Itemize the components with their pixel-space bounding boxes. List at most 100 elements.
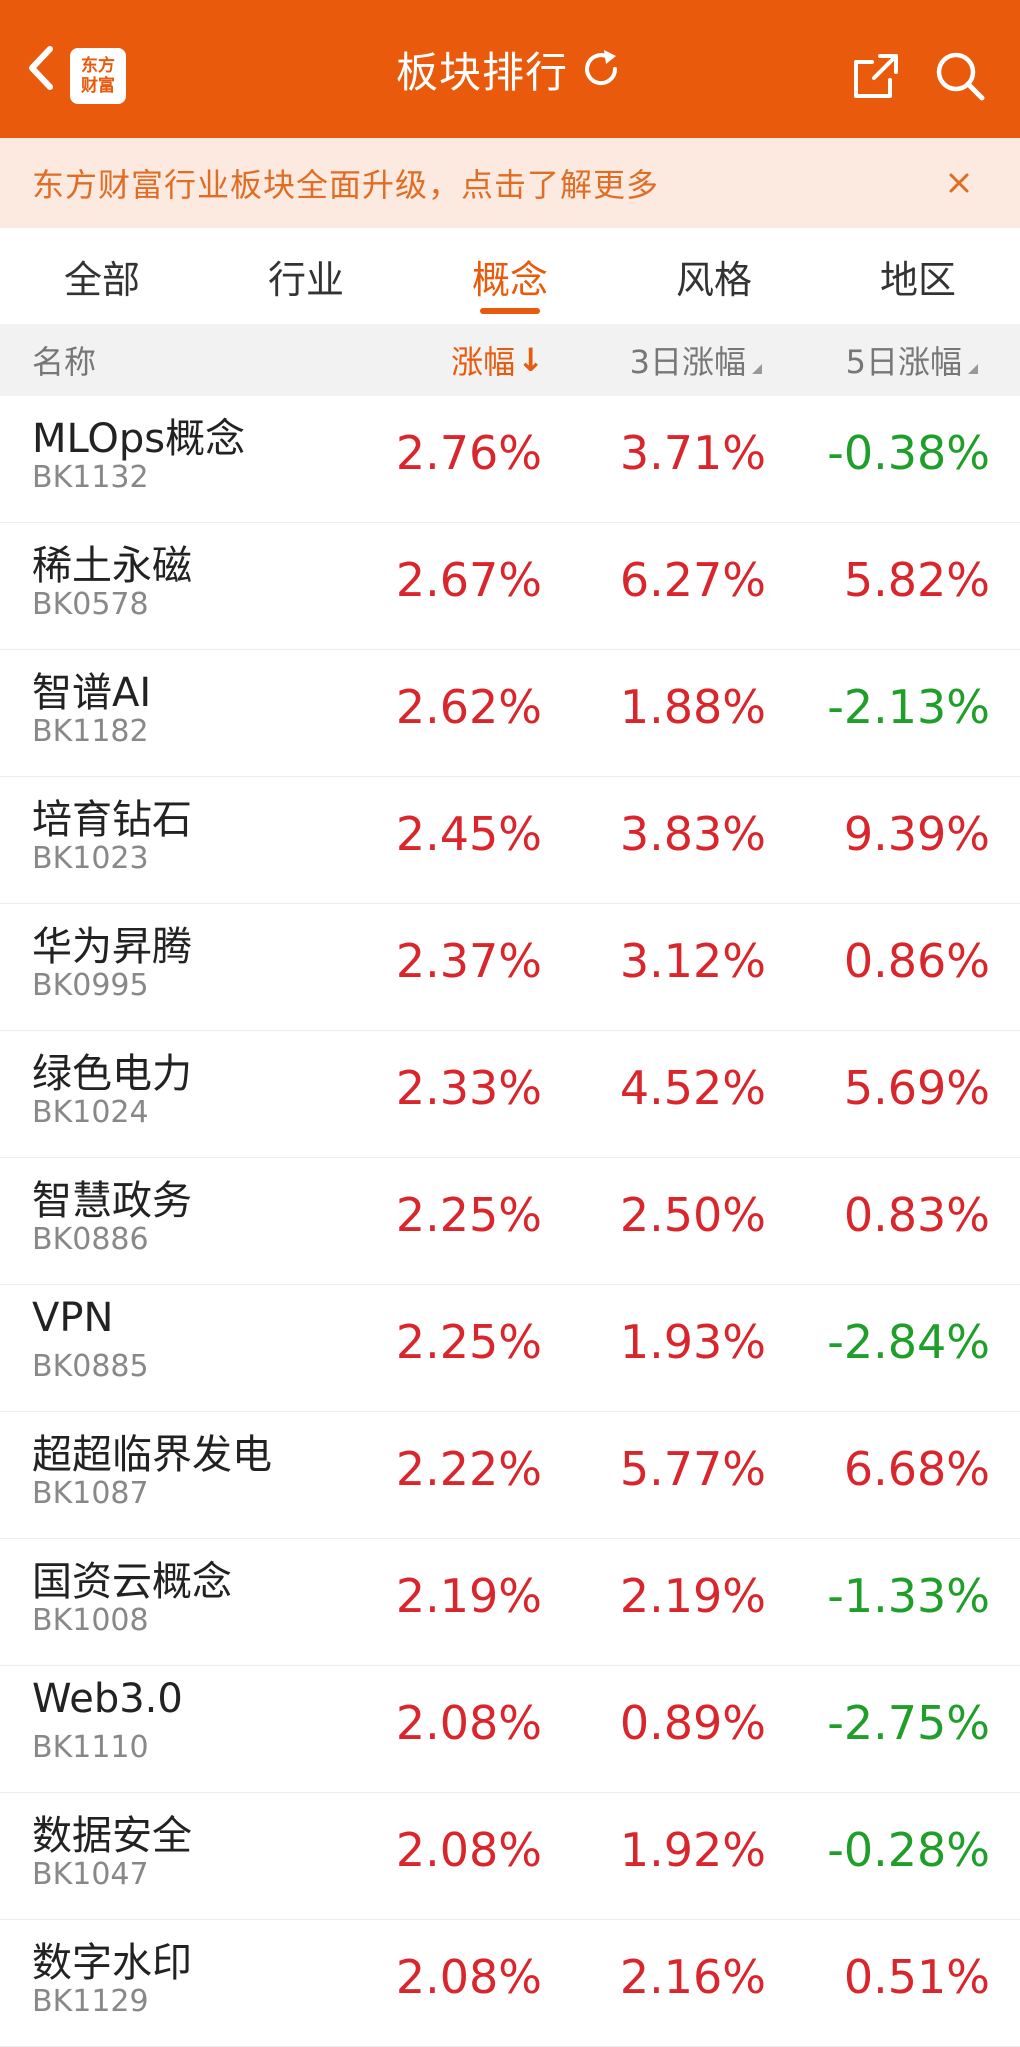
- chevron-left-icon: [29, 46, 53, 90]
- sector-code: BK1047: [32, 1857, 149, 1892]
- table-row[interactable]: 稀土永磁 BK0578 2.67% 6.27% 5.82%: [0, 523, 1020, 650]
- column-name-header: 名称: [32, 324, 96, 396]
- top-header: 东方 财富 板块排行: [0, 0, 1020, 138]
- change-value: 2.22%: [395, 1442, 542, 1496]
- table-row[interactable]: 智慧政务 BK0886 2.25% 2.50% 0.83%: [0, 1158, 1020, 1285]
- change-value: 2.45%: [395, 807, 542, 861]
- close-icon: [949, 173, 969, 193]
- sort-triangle-icon: [752, 364, 762, 374]
- page-title: 板块排行: [395, 47, 568, 97]
- sector-name: 华为昇腾: [32, 924, 192, 970]
- table-row[interactable]: 华为昇腾 BK0995 2.37% 3.12% 0.86%: [0, 904, 1020, 1031]
- change-5d-value: -0.28%: [827, 1823, 990, 1877]
- change-value: 2.25%: [395, 1315, 542, 1369]
- table-row[interactable]: Web3.0 BK1110 2.08% 0.89% -2.75%: [0, 1666, 1020, 1793]
- sector-name: 数字水印: [32, 1940, 192, 1986]
- title-group: 板块排行: [396, 39, 624, 100]
- change-3d-value: 5.77%: [619, 1442, 766, 1496]
- sector-code: BK1132: [32, 460, 149, 495]
- change-value: 2.62%: [395, 680, 542, 734]
- column-label: 5日涨幅: [845, 343, 962, 381]
- sort-by-change-button[interactable]: 涨幅 ↓: [451, 324, 544, 396]
- sector-code: BK1129: [32, 1984, 149, 2019]
- sector-name: 稀土永磁: [32, 543, 192, 589]
- tab-style[interactable]: 风格: [612, 228, 816, 324]
- sector-name: 超超临界发电: [32, 1432, 272, 1478]
- tab-label: 风格: [675, 257, 752, 302]
- table-row[interactable]: 国资云概念 BK1008 2.19% 2.19% -1.33%: [0, 1539, 1020, 1666]
- column-label: 3日涨幅: [629, 343, 746, 381]
- change-3d-value: 6.27%: [619, 553, 766, 607]
- sector-name: 数据安全: [32, 1813, 192, 1859]
- change-3d-value: 3.83%: [619, 807, 766, 861]
- change-value: 2.37%: [395, 934, 542, 988]
- tab-label: 概念: [471, 257, 548, 302]
- banner-close-button[interactable]: [940, 164, 978, 202]
- sector-code: BK0885: [32, 1349, 149, 1384]
- change-3d-value: 0.89%: [619, 1696, 766, 1750]
- sort-by-3d-change-button[interactable]: 3日涨幅: [630, 324, 762, 396]
- change-3d-value: 2.19%: [619, 1569, 766, 1623]
- change-5d-value: -2.84%: [827, 1315, 990, 1369]
- sort-desc-arrow-icon: ↓: [517, 341, 544, 379]
- tab-all[interactable]: 全部: [0, 228, 204, 324]
- sector-code: BK1024: [32, 1095, 149, 1130]
- sector-name: MLOps概念: [32, 416, 246, 462]
- sector-name: VPN: [32, 1295, 114, 1341]
- change-3d-value: 1.92%: [619, 1823, 766, 1877]
- sector-name: 智谱AI: [32, 670, 152, 716]
- table-row[interactable]: 数据安全 BK1047 2.08% 1.92% -0.28%: [0, 1793, 1020, 1920]
- share-icon[interactable]: [850, 50, 902, 102]
- category-tabs: 全部 行业 概念 风格 地区: [0, 228, 1020, 324]
- app-logo: 东方 财富: [70, 48, 126, 104]
- table-row[interactable]: VPN BK0885 2.25% 1.93% -2.84%: [0, 1285, 1020, 1412]
- change-value: 2.25%: [395, 1188, 542, 1242]
- change-value: 2.08%: [395, 1950, 542, 2004]
- change-5d-value: 5.69%: [843, 1061, 990, 1115]
- table-row[interactable]: 智谱AI BK1182 2.62% 1.88% -2.13%: [0, 650, 1020, 777]
- active-tab-indicator: [480, 308, 540, 314]
- change-5d-value: 0.51%: [843, 1950, 990, 2004]
- table-row[interactable]: 数字水印 BK1129 2.08% 2.16% 0.51%: [0, 1920, 1020, 2047]
- back-button[interactable]: [18, 45, 64, 91]
- change-3d-value: 1.88%: [619, 680, 766, 734]
- change-3d-value: 2.16%: [619, 1950, 766, 2004]
- upgrade-banner[interactable]: 东方财富行业板块全面升级，点击了解更多: [0, 138, 1020, 228]
- change-5d-value: 9.39%: [843, 807, 990, 861]
- sector-code: BK1023: [32, 841, 149, 876]
- change-5d-value: 0.86%: [843, 934, 990, 988]
- sector-name: Web3.0: [32, 1676, 183, 1722]
- tab-label: 全部: [63, 257, 140, 302]
- sort-by-5d-change-button[interactable]: 5日涨幅: [846, 324, 978, 396]
- logo-line-2: 财富: [81, 76, 115, 96]
- sector-name: 国资云概念: [32, 1559, 232, 1605]
- refresh-icon[interactable]: [578, 46, 624, 92]
- change-value: 2.08%: [395, 1823, 542, 1877]
- change-5d-value: 5.82%: [843, 553, 990, 607]
- sector-name: 培育钻石: [32, 797, 192, 843]
- change-5d-value: 6.68%: [843, 1442, 990, 1496]
- change-5d-value: -2.13%: [827, 680, 990, 734]
- sector-code: BK1008: [32, 1603, 149, 1638]
- search-icon[interactable]: [934, 50, 986, 102]
- sector-code: BK1182: [32, 714, 149, 749]
- change-3d-value: 3.71%: [619, 426, 766, 480]
- sector-code: BK1110: [32, 1730, 149, 1765]
- logo-line-1: 东方: [81, 56, 115, 76]
- tab-region[interactable]: 地区: [816, 228, 1020, 324]
- sector-code: BK0886: [32, 1222, 149, 1257]
- column-label: 涨幅: [451, 343, 516, 381]
- change-value: 2.67%: [395, 553, 542, 607]
- column-header-row: 名称 涨幅 ↓ 3日涨幅 5日涨幅: [0, 324, 1020, 396]
- table-row[interactable]: 绿色电力 BK1024 2.33% 4.52% 5.69%: [0, 1031, 1020, 1158]
- table-row[interactable]: 超超临界发电 BK1087 2.22% 5.77% 6.68%: [0, 1412, 1020, 1539]
- change-3d-value: 1.93%: [619, 1315, 766, 1369]
- sector-code: BK1087: [32, 1476, 149, 1511]
- tab-industry[interactable]: 行业: [204, 228, 408, 324]
- table-row[interactable]: 培育钻石 BK1023 2.45% 3.83% 9.39%: [0, 777, 1020, 904]
- tab-concept[interactable]: 概念: [408, 228, 612, 324]
- table-row[interactable]: MLOps概念 BK1132 2.76% 3.71% -0.38%: [0, 396, 1020, 523]
- change-5d-value: -0.38%: [827, 426, 990, 480]
- sector-name: 绿色电力: [32, 1051, 192, 1097]
- change-5d-value: -2.75%: [827, 1696, 990, 1750]
